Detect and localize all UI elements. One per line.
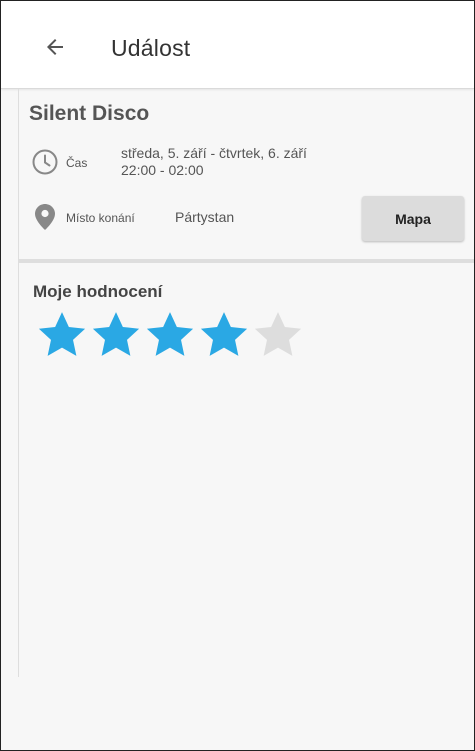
clock-icon: [32, 149, 58, 175]
map-pin-icon: [35, 204, 55, 230]
star-empty-icon[interactable]: [250, 307, 306, 363]
rating-label: Moje hodnocení: [33, 282, 163, 301]
time-dates: středa, 5. září - čtvrtek, 6. září: [121, 145, 307, 161]
time-label: Čas: [66, 156, 88, 170]
event-place-row: Místo konání Pártystan Mapa: [31, 196, 471, 242]
back-button[interactable]: [39, 31, 71, 63]
event-time-row: Čas středa, 5. září - čtvrtek, 6. září 2…: [31, 144, 471, 184]
map-button[interactable]: Mapa: [362, 196, 464, 241]
time-hours: 22:00 - 02:00: [121, 162, 204, 178]
place-label: Místo konání: [66, 211, 135, 225]
star-filled-icon[interactable]: [34, 307, 90, 363]
event-title: Silent Disco: [29, 102, 150, 125]
section-divider: [18, 259, 474, 263]
side-divider: [18, 89, 19, 677]
page-title: Událost: [111, 35, 191, 61]
app-screen: Událost Silent Disco Čas středa, 5. září…: [0, 0, 475, 751]
star-rating[interactable]: [34, 307, 304, 363]
star-filled-icon[interactable]: [196, 307, 252, 363]
star-filled-icon[interactable]: [142, 307, 198, 363]
place-value: Pártystan: [175, 209, 235, 225]
arrow-left-icon: [47, 39, 63, 55]
app-bar: Událost: [1, 1, 474, 89]
time-value: středa, 5. září - čtvrtek, 6. září 22:00…: [121, 145, 307, 179]
star-filled-icon[interactable]: [88, 307, 144, 363]
